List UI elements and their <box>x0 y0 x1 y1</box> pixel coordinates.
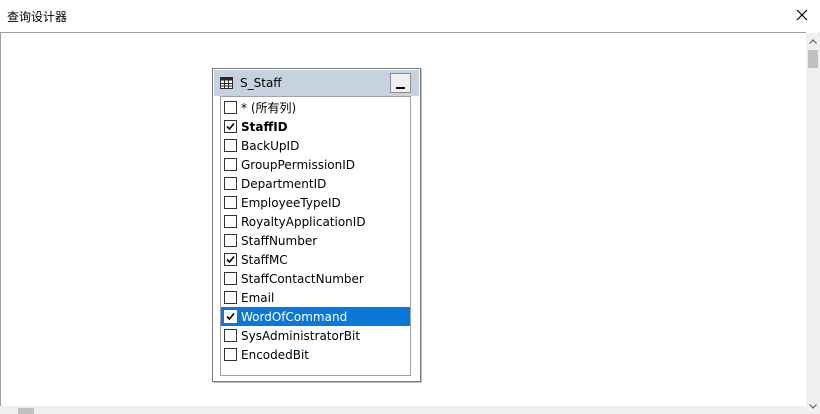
column-label: EncodedBit <box>241 347 310 362</box>
column-label: * (所有列) <box>241 101 297 115</box>
column-checkbox[interactable] <box>224 196 237 209</box>
column-label: BackUpID <box>241 138 300 153</box>
column-row[interactable]: StaffID <box>221 117 410 136</box>
vertical-scroll-thumb[interactable] <box>808 50 818 68</box>
checkmark-icon <box>226 122 235 131</box>
column-row[interactable]: SysAdministratorBit <box>221 326 410 345</box>
table-name: S_Staff <box>240 76 282 90</box>
column-label: EmployeeTypeID <box>241 195 341 210</box>
column-checkbox[interactable] <box>224 215 237 228</box>
minimize-button[interactable] <box>390 73 411 93</box>
column-checkbox-checked[interactable] <box>224 310 237 323</box>
column-row[interactable]: EncodedBit <box>221 345 410 364</box>
column-checkbox[interactable] <box>224 234 237 247</box>
column-label: RoyaltyApplicationID <box>241 214 366 229</box>
chevron-down-icon <box>809 403 817 409</box>
column-checkbox[interactable] <box>224 177 237 190</box>
checkmark-icon <box>226 255 235 264</box>
table-grid-icon <box>220 77 233 89</box>
column-label: WordOfCommand <box>241 309 348 324</box>
table-header[interactable]: S_Staff <box>214 70 419 96</box>
column-row[interactable]: Email <box>221 288 410 307</box>
column-row[interactable]: EmployeeTypeID <box>221 193 410 212</box>
table-window-s-staff[interactable]: S_Staff * (所有列) StaffID BackUpID GroupPermi… <box>212 68 421 382</box>
column-label: StaffMC <box>241 252 288 267</box>
column-row[interactable]: WordOfCommand <box>221 307 410 326</box>
column-label: GroupPermissionID <box>241 157 356 172</box>
column-checkbox[interactable] <box>224 348 237 361</box>
column-checkbox[interactable] <box>224 329 237 342</box>
column-checkbox[interactable] <box>224 139 237 152</box>
column-label: DepartmentID <box>241 176 327 191</box>
window-title: 查询设计器 <box>7 10 68 24</box>
close-icon <box>796 9 808 21</box>
column-label: SysAdministratorBit <box>241 328 361 343</box>
column-row[interactable]: DepartmentID <box>221 174 410 193</box>
column-list[interactable]: * (所有列) StaffID BackUpID GroupPermissionID D… <box>220 96 411 376</box>
column-row[interactable]: RoyaltyApplicationID <box>221 212 410 231</box>
column-row[interactable]: BackUpID <box>221 136 410 155</box>
column-row[interactable]: StaffNumber <box>221 231 410 250</box>
horizontal-scrollbar[interactable] <box>0 406 806 414</box>
column-checkbox[interactable] <box>224 101 237 114</box>
horizontal-scroll-thumb[interactable] <box>18 408 34 414</box>
column-row[interactable]: StaffMC <box>221 250 410 269</box>
title-bar: 查询设计器 <box>0 0 820 32</box>
chevron-up-icon <box>809 38 817 44</box>
column-label: Email <box>241 290 275 305</box>
vertical-scrollbar[interactable] <box>806 33 820 414</box>
column-label: StaffNumber <box>241 233 318 248</box>
scroll-up-button[interactable] <box>806 33 820 49</box>
column-label: StaffContactNumber <box>241 271 364 286</box>
checkmark-icon <box>226 312 235 321</box>
column-row[interactable]: * (所有列) <box>221 98 410 117</box>
column-label: StaffID <box>241 119 288 134</box>
column-row[interactable]: StaffContactNumber <box>221 269 410 288</box>
column-checkbox-checked[interactable] <box>224 120 237 133</box>
column-checkbox[interactable] <box>224 272 237 285</box>
column-checkbox-checked[interactable] <box>224 253 237 266</box>
column-checkbox[interactable] <box>224 291 237 304</box>
close-button[interactable] <box>784 0 820 30</box>
column-checkbox[interactable] <box>224 158 237 171</box>
column-row[interactable]: GroupPermissionID <box>221 155 410 174</box>
scroll-down-button[interactable] <box>806 398 820 414</box>
